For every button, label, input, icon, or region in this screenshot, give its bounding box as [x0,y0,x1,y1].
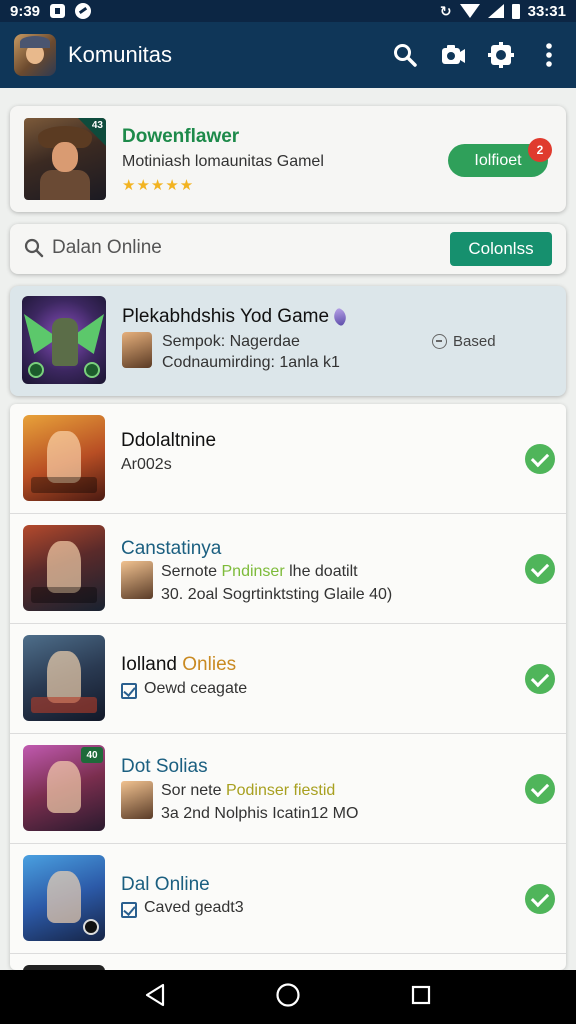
game-thumbnail [23,525,105,611]
status-badge: Based [432,333,496,350]
avatar [122,332,152,368]
check-circle-icon[interactable] [525,444,555,474]
highlight-game-thumbnail [22,296,106,384]
alarm-icon: ↻ [439,2,452,19]
game-info: Caved geadt3 [144,899,244,916]
game-name: Canstatinya [121,538,222,559]
avatar [121,561,153,599]
thumbnail-corner-label: 40 [81,747,103,763]
game-name: Iolland Onlies [121,654,236,676]
list-item[interactable]: 40 Dot Solias Sor nete Podinser fiestid … [10,734,566,844]
game-thumbnail [23,855,105,941]
game-detail: 3a 2nd Nolphis Icatin12 MO [161,805,359,822]
game-info: Ar002s [121,456,172,473]
avatar [121,781,153,819]
game-info: Oewd ceagate [144,680,248,697]
check-circle-icon[interactable] [525,774,555,804]
game-info: Sor nete Podinser fiestid [161,782,335,800]
highlight-game-info: Sempok: Nagerdae [162,333,300,350]
game-name: Dot Solias [121,756,208,777]
game-name-highlight: Onlies [182,654,237,675]
game-info: Sernote Pndinser lhe doatilt [161,563,358,581]
checkbox-icon [121,902,137,918]
check-circle-icon[interactable] [525,664,555,694]
featured-game-title: Dowenflawer [122,126,240,147]
info-highlight: Podinser fiestid [225,782,336,799]
list-item[interactable]: Iolland Onlies Oewd ceagate [10,624,566,734]
signal-icon [487,4,504,18]
game-name: Dal Online [121,874,210,895]
info-prefix: Sernote [161,563,218,580]
checkbox-icon [121,683,137,699]
featured-game-subtitle: Motiniash lomaunitas Gamel [122,153,324,170]
game-list: Ddolaltnine Ar002s Canstatinya Sernote P… [10,404,566,970]
game-thumbnail: 40 [23,745,105,831]
camera-icon[interactable] [440,42,466,68]
battery-icon [511,3,520,19]
game-thumbnail [23,415,105,501]
search-button[interactable]: Colonlss [450,232,552,266]
game-thumbnail [23,635,105,721]
list-item[interactable]: Canstatinya Sernote Pndinser lhe doatilt… [10,514,566,624]
app-avatar[interactable] [14,34,56,76]
more-vert-icon[interactable] [536,42,562,68]
minus-circle-icon [432,334,447,349]
back-icon[interactable] [144,983,166,1012]
game-detail: 30. 2oal Sogrtinktsting Glaile 40) [161,586,393,603]
search-bar[interactable]: Dalan Online Colonlss [10,224,566,274]
wifi-icon [459,4,480,18]
list-item[interactable]: Dal Online Caved geadt3 [10,844,566,954]
page-title: Komunitas [68,42,172,67]
status-clock: 33:31 [527,2,566,20]
status-time: 9:39 [10,2,41,20]
feather-icon [330,307,350,327]
highlight-game-title: Plekabhdshis Yod Game [122,306,350,328]
app-bar: Komunitas [0,22,576,88]
highlight-game-detail: Codnaumirding: 1anla k1 [162,354,340,371]
home-icon[interactable] [275,982,301,1013]
check-circle-icon[interactable] [525,884,555,914]
highlight-title-text: Plekabhdshis Yod Game [122,306,330,327]
search-icon [24,238,44,258]
info-highlight: Pndinser [221,563,285,580]
featured-game-thumbnail: 43 [24,118,106,200]
notification-icon [50,4,66,18]
status-text: Based [453,333,496,350]
info-suffix: lhe doatilt [289,563,358,580]
star-rating: ★★★★★ [122,177,195,194]
system-nav-bar [0,970,576,1024]
list-item[interactable]: Ddolaltnine Ar002s [10,404,566,514]
info-prefix: Sor nete [161,782,222,799]
recent-apps-icon[interactable] [410,984,432,1011]
settings-icon[interactable] [488,42,514,68]
game-name-part: Iolland [121,654,177,675]
sync-icon [75,3,92,19]
thumbnail-corner-label: 43 [91,120,103,131]
highlight-game-card[interactable]: Plekabhdshis Yod Game Sempok: Nagerdae C… [10,286,566,396]
game-name: Ddolaltnine [121,430,217,451]
status-bar: 9:39 ↻ 33:31 [0,0,576,22]
notification-badge: 2 [528,138,552,162]
search-input[interactable]: Dalan Online [52,237,162,259]
featured-game-card[interactable]: 43 Dowenflawer Motiniash lomaunitas Game… [10,106,566,212]
check-circle-icon[interactable] [525,554,555,584]
search-icon[interactable] [392,42,418,68]
